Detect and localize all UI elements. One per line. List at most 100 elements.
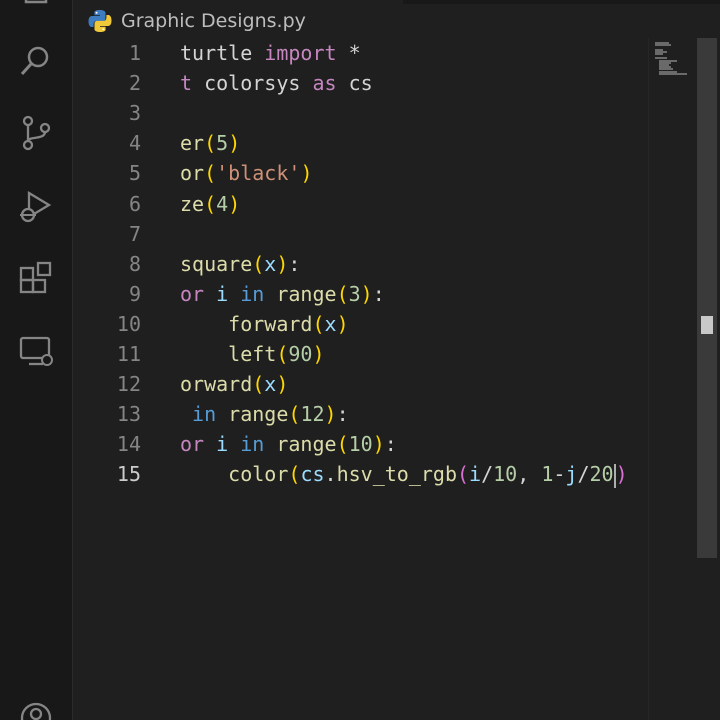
code-line[interactable]: 7 xyxy=(73,219,648,249)
search-icon[interactable] xyxy=(13,38,59,84)
code-token: cs xyxy=(336,71,373,96)
run-debug-icon[interactable] xyxy=(13,183,59,229)
code-line[interactable]: 11 left(90) xyxy=(73,339,648,369)
code-token: t xyxy=(180,71,193,96)
explorer-icon[interactable] xyxy=(13,0,59,24)
line-number: 6 xyxy=(128,191,141,216)
code-token: x xyxy=(264,251,277,276)
code-token: ( xyxy=(204,161,217,186)
code-token: : xyxy=(384,432,397,457)
code-token: ) xyxy=(276,251,289,276)
code-token: ) xyxy=(336,311,349,336)
code-token: 10 xyxy=(348,432,373,457)
code-token: 4 xyxy=(216,191,229,216)
code-line[interactable]: 2 t colorsys as cs xyxy=(73,68,648,98)
vscode-window: Graphic Designs.py 1 turtle import * 2 t co… xyxy=(0,0,720,720)
code-token: / xyxy=(577,462,590,487)
python-icon xyxy=(87,8,113,34)
code-line[interactable]: 5 or('black') xyxy=(73,158,648,188)
code-line[interactable]: 4 er(5) xyxy=(73,128,648,158)
code-editor[interactable]: 1 turtle import * 2 t colorsys as cs 3 4 er(5)… xyxy=(73,38,648,720)
minimap-line xyxy=(655,44,671,47)
code-token: ( xyxy=(204,191,217,216)
minimap[interactable] xyxy=(648,38,697,720)
activity-bar xyxy=(0,0,73,720)
code-token: er xyxy=(180,131,205,156)
minimap-line xyxy=(655,53,663,55)
code-token: 12 xyxy=(300,402,325,427)
code-token: square xyxy=(180,251,253,276)
code-text: left(90) xyxy=(180,339,325,369)
code-token: ) xyxy=(372,432,385,457)
code-token: : xyxy=(372,281,385,306)
tab-label: Graphic Designs.py xyxy=(121,10,306,32)
code-token: : xyxy=(336,402,349,427)
code-token: ( xyxy=(288,462,301,487)
code-token: x xyxy=(324,311,337,336)
code-token: ( xyxy=(276,342,289,366)
code-token: in xyxy=(240,432,265,457)
code-token: cs xyxy=(300,462,325,487)
code-token: ( xyxy=(312,311,325,336)
code-token: ( xyxy=(457,462,470,487)
accounts-icon[interactable] xyxy=(13,695,59,720)
code-token: ) xyxy=(615,462,628,487)
code-token: i xyxy=(204,281,241,306)
code-token: i xyxy=(204,432,241,457)
line-number: 13 xyxy=(116,402,141,427)
code-line[interactable]: 10 forward(x) xyxy=(73,309,648,339)
code-text: or i in range(10): xyxy=(180,429,397,459)
code-text: color(cs.hsv_to_rgb(i/10, 1-j/20) xyxy=(180,459,628,489)
minimap-line xyxy=(659,72,687,75)
code-token: colorsys xyxy=(192,71,313,96)
code-token: in xyxy=(240,281,265,306)
code-token: ) xyxy=(228,131,241,156)
line-number: 4 xyxy=(128,131,141,156)
remote-explorer-icon[interactable] xyxy=(13,328,59,374)
code-line[interactable]: 8 square(x): xyxy=(73,249,648,279)
code-token: ( xyxy=(288,402,301,427)
code-token: hsv_to_rgb xyxy=(336,462,457,487)
line-number: 2 xyxy=(128,71,141,96)
source-control-icon[interactable] xyxy=(13,110,59,156)
scrollbar-thumb[interactable] xyxy=(697,38,717,558)
code-line[interactable]: 1 turtle import * xyxy=(73,38,648,68)
tab-graphic-designs[interactable]: Graphic Designs.py xyxy=(87,0,327,42)
line-number: 14 xyxy=(116,432,141,457)
code-token: left xyxy=(228,342,277,366)
code-text: turtle import * xyxy=(180,38,361,68)
code-text: in range(12): xyxy=(180,399,349,429)
code-token: ) xyxy=(276,372,289,397)
vertical-scrollbar[interactable] xyxy=(697,38,720,720)
code-token: ) xyxy=(300,161,313,186)
code-token: range xyxy=(216,402,289,427)
code-line[interactable]: 14 or i in range(10): xyxy=(73,429,648,459)
code-token: 10 xyxy=(493,462,518,487)
code-token: 1 xyxy=(541,462,554,487)
code-line[interactable]: 3 xyxy=(73,98,648,128)
code-token: i xyxy=(469,462,482,487)
code-line[interactable]: 9 or i in range(3): xyxy=(73,279,648,309)
extensions-icon[interactable] xyxy=(13,256,59,302)
code-token: ) xyxy=(360,281,373,306)
code-token: ( xyxy=(252,372,265,397)
code-line[interactable]: 12 orward(x) xyxy=(73,369,648,399)
code-line[interactable]: 15 color(cs.hsv_to_rgb(i/10, 1-j/20) xyxy=(73,459,648,489)
code-line[interactable]: 6 ze(4) xyxy=(73,189,648,219)
line-number: 15 xyxy=(116,462,141,487)
code-token: ) xyxy=(312,342,325,366)
code-text: or i in range(3): xyxy=(180,279,385,309)
code-token: 'black' xyxy=(216,161,301,186)
code-line[interactable]: 13 in range(12): xyxy=(73,399,648,429)
code-token: , xyxy=(517,462,542,487)
code-token: range xyxy=(264,281,337,306)
line-number: 9 xyxy=(128,281,141,306)
code-token: turtle xyxy=(180,41,265,65)
code-text: t colorsys as cs xyxy=(180,68,373,98)
code-token: import xyxy=(264,41,337,65)
line-number: 12 xyxy=(116,372,141,397)
